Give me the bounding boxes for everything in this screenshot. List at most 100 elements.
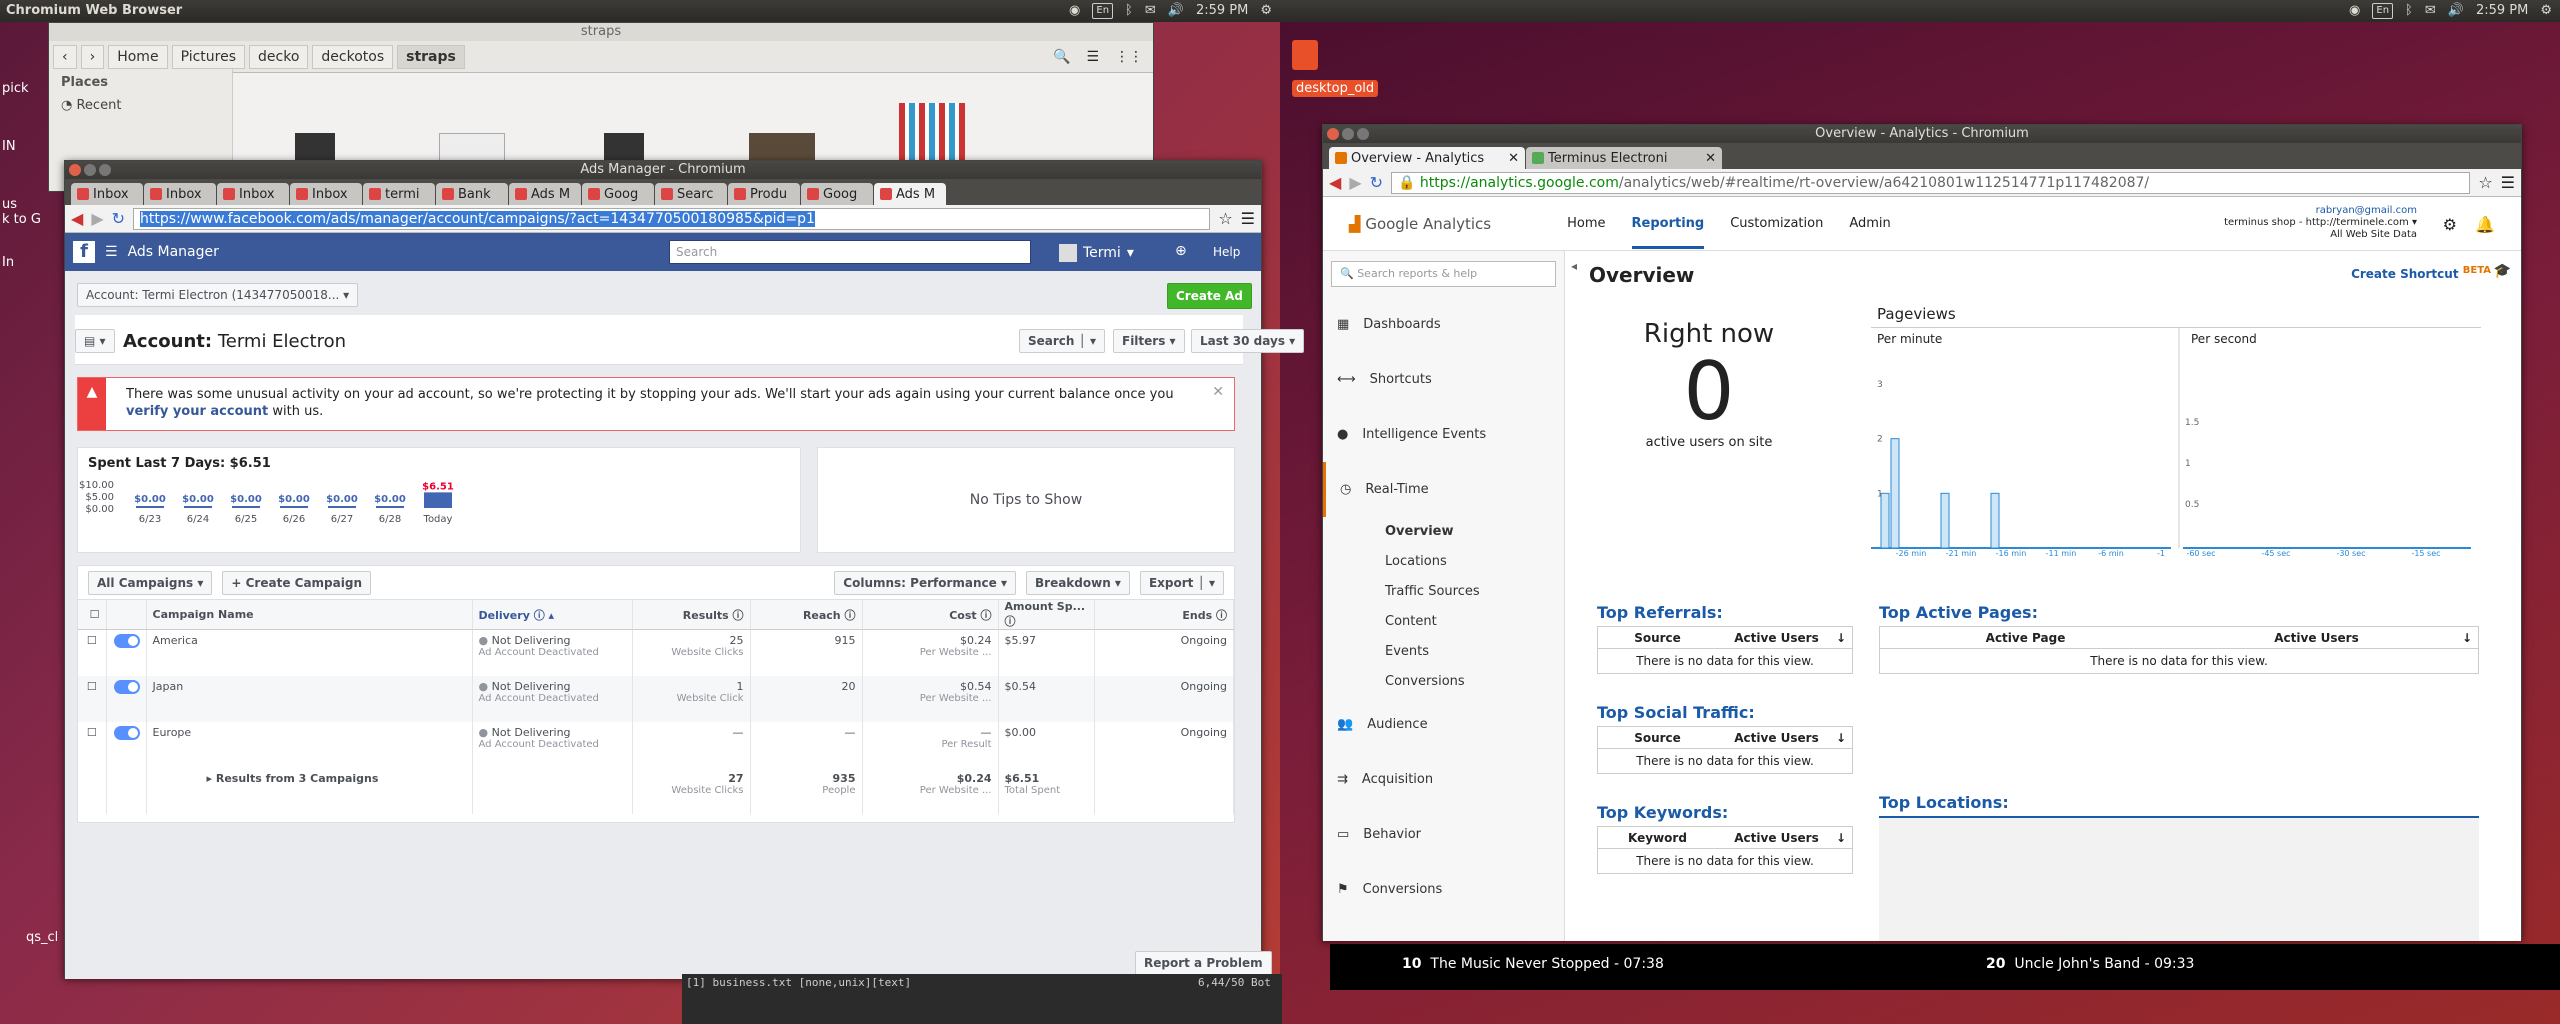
clock[interactable]: 2:59 PM: [2476, 0, 2528, 22]
mail-icon[interactable]: ✉: [2425, 0, 2436, 22]
browser-tab[interactable]: Ads M: [874, 183, 946, 205]
forward-icon[interactable]: ▶: [1349, 173, 1361, 192]
back-button[interactable]: ‹: [53, 44, 77, 69]
table-row[interactable]: ☐ Europe ● Not Delivering Ad Account Deacti…: [78, 721, 1234, 768]
browser-tab[interactable]: Ads M: [509, 183, 581, 205]
back-icon[interactable]: ◀: [1329, 173, 1341, 192]
desktop-icon-label[interactable]: desktop_old: [1292, 80, 1379, 97]
campaign-name-link[interactable]: Europe: [146, 721, 473, 768]
facebook-logo[interactable]: f: [73, 241, 95, 263]
hamburger-icon[interactable]: ☰: [105, 244, 118, 260]
columns-dropdown[interactable]: Columns: Performance ▾: [834, 570, 1016, 595]
bluetooth-icon[interactable]: ᛒ: [1125, 0, 1133, 22]
account-icon-dropdown[interactable]: ▤ ▾: [75, 329, 115, 353]
realtime-subitem[interactable]: Content: [1323, 607, 1564, 637]
tab-terminus[interactable]: Terminus Electroni ✕: [1526, 147, 1722, 169]
row-checkbox[interactable]: ☐: [78, 721, 107, 768]
browser-tab[interactable]: Inbox: [290, 183, 362, 205]
desktop-icon[interactable]: IN: [2, 118, 42, 176]
close-window-button[interactable]: [1327, 128, 1339, 140]
education-icon[interactable]: 🎓: [2494, 263, 2511, 279]
browser-tab[interactable]: Inbox: [71, 183, 143, 205]
keyboard-layout[interactable]: En: [1092, 3, 1114, 19]
address-bar[interactable]: https://www.facebook.com/ads/manager/acc…: [133, 207, 1211, 230]
clock[interactable]: 2:59 PM: [1196, 0, 1248, 22]
browser-tab[interactable]: Inbox: [144, 183, 216, 205]
search-filter-button[interactable]: Search │ ▾: [1019, 329, 1106, 353]
places-recent[interactable]: ◔ Recent: [61, 98, 220, 113]
realtime-subitem[interactable]: Overview: [1323, 517, 1564, 547]
tab-analytics[interactable]: Overview - Analytics ✕: [1329, 147, 1525, 169]
folder-icon[interactable]: [1292, 40, 1318, 70]
close-window-button[interactable]: [69, 164, 81, 176]
column-header[interactable]: Amount Sp... ⓘ: [998, 600, 1095, 630]
campaign-toggle[interactable]: [106, 721, 147, 768]
globe-icon[interactable]: ⊕: [1175, 243, 1187, 259]
filters-button[interactable]: Filters ▾: [1113, 329, 1185, 353]
realtime-subitem[interactable]: Events: [1323, 637, 1564, 667]
forward-button[interactable]: ›: [80, 44, 105, 69]
notifications-icon[interactable]: 🔔: [2475, 215, 2495, 234]
breadcrumb-home[interactable]: Home: [108, 44, 168, 69]
search-input[interactable]: Search: [669, 240, 1031, 264]
sidebar-shortcuts[interactable]: ⟷ Shortcuts: [1323, 352, 1564, 407]
nav-customization[interactable]: Customization: [1730, 216, 1823, 231]
bluetooth-icon[interactable]: ᛒ: [2405, 0, 2413, 22]
sidebar-behavior[interactable]: ▭ Behavior: [1323, 807, 1564, 862]
reload-icon[interactable]: ↻: [112, 209, 125, 228]
desktop-icon[interactable]: In: [2, 234, 42, 292]
nav-admin[interactable]: Admin: [1849, 216, 1890, 231]
table-row[interactable]: ☐ America ● Not Delivering Ad Account Deact…: [78, 629, 1234, 676]
browser-tab[interactable]: Bank: [436, 183, 508, 205]
sidebar-audience[interactable]: 👥 Audience: [1323, 697, 1564, 752]
column-header[interactable]: Campaign Name: [146, 600, 473, 630]
campaign-toggle[interactable]: [106, 629, 147, 676]
browser-tab[interactable]: termi: [363, 183, 435, 205]
campaign-name-link[interactable]: Japan: [146, 675, 473, 722]
breadcrumb-decko[interactable]: decko: [249, 44, 309, 69]
browser-tab[interactable]: Produ: [728, 183, 800, 205]
date-range-button[interactable]: Last 30 days ▾: [1191, 329, 1305, 353]
campaign-toggle[interactable]: [106, 675, 147, 722]
campaign-name-link[interactable]: America: [146, 629, 473, 676]
create-campaign-button[interactable]: + Create Campaign: [222, 570, 371, 595]
create-shortcut-link[interactable]: Create Shortcut BETA: [2351, 265, 2491, 281]
row-checkbox[interactable]: ☐: [78, 629, 107, 676]
desktop-icon[interactable]: qs_cl: [26, 930, 58, 945]
search-icon[interactable]: 🔍: [1053, 49, 1070, 65]
realtime-subitem[interactable]: Traffic Sources: [1323, 577, 1564, 607]
report-problem-button[interactable]: Report a Problem: [1135, 951, 1272, 975]
maximize-button[interactable]: [99, 164, 111, 176]
column-header[interactable]: Cost ⓘ: [862, 600, 999, 630]
sidebar-dashboards[interactable]: ▦ Dashboards: [1323, 297, 1564, 352]
sidebar-realtime[interactable]: ◷ Real-Time: [1323, 462, 1564, 517]
list-view-icon[interactable]: ☰: [1086, 49, 1099, 65]
column-header[interactable]: Results ⓘ: [632, 600, 751, 630]
browser-tab[interactable]: Inbox: [217, 183, 289, 205]
desktop-icon[interactable]: k to G: [2, 212, 41, 227]
minimize-button[interactable]: [1342, 128, 1354, 140]
maximize-button[interactable]: [1357, 128, 1369, 140]
collapse-sidebar-icon[interactable]: ◂: [1571, 259, 1577, 273]
gear-icon[interactable]: ⚙: [2443, 215, 2457, 234]
column-header[interactable]: Delivery ⓘ ▴: [472, 600, 633, 630]
browser-tab[interactable]: Searc: [655, 183, 727, 205]
address-bar[interactable]: 🔒 https://analytics.google.com/analytics…: [1391, 171, 2471, 194]
breakdown-dropdown[interactable]: Breakdown ▾: [1026, 570, 1130, 595]
volume-icon[interactable]: 🔊: [2448, 0, 2464, 22]
column-header[interactable]: Ends ⓘ: [1094, 600, 1234, 630]
back-icon[interactable]: ◀: [71, 209, 83, 228]
close-icon[interactable]: ✕: [1212, 384, 1224, 401]
realtime-subitem[interactable]: Locations: [1323, 547, 1564, 577]
keyboard-layout[interactable]: En: [2372, 3, 2394, 19]
search-reports-input[interactable]: 🔍 Search reports & help: [1331, 261, 1556, 287]
sidebar-conversions[interactable]: ⚑ Conversions: [1323, 862, 1564, 917]
gear-icon[interactable]: ⚙: [1260, 0, 1272, 22]
ga-logo[interactable]: ▟ Google Analytics: [1349, 215, 1491, 233]
user-menu[interactable]: Termi ▾: [1059, 244, 1134, 262]
mail-icon[interactable]: ✉: [1145, 0, 1156, 22]
account-info[interactable]: rabryan@gmail.com terminus shop - http:/…: [2224, 205, 2417, 241]
column-header[interactable]: Reach ⓘ: [750, 600, 863, 630]
totals-label[interactable]: ▸ Results from 3 Campaigns: [146, 767, 473, 814]
row-checkbox[interactable]: ☐: [78, 675, 107, 722]
